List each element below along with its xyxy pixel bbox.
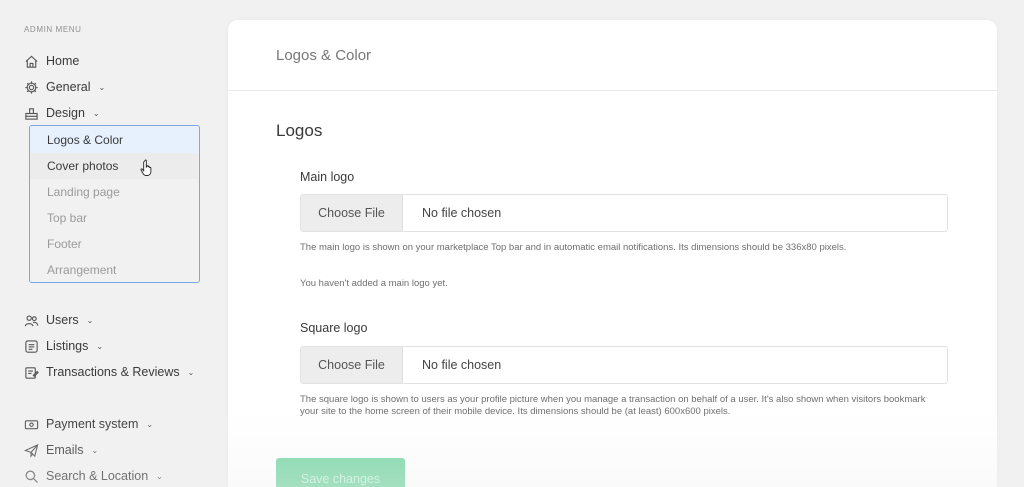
main-logo-note: You haven't added a main logo yet. xyxy=(300,278,448,289)
chevron-down-icon: ⌄ xyxy=(146,419,154,429)
sidebar-item-emails[interactable]: Emails ⌄ xyxy=(24,441,98,459)
email-icon xyxy=(24,443,39,458)
main-logo-file-status: No file chosen xyxy=(422,206,502,220)
page-title: Logos & Color xyxy=(276,46,372,64)
square-logo-help-text: The square logo is shown to users as you… xyxy=(300,394,926,417)
sidebar-item-label: Listings xyxy=(46,339,89,353)
main-logo-label: Main logo xyxy=(300,170,355,184)
square-logo-file-status: No file chosen xyxy=(422,358,502,372)
submenu-item-arrangement[interactable]: Arrangement xyxy=(30,257,198,283)
main-logo-help-text: The main logo is shown on your marketpla… xyxy=(300,242,847,253)
sidebar-item-label: Transactions & Reviews xyxy=(46,365,180,379)
sidebar-item-listings[interactable]: Listings ⌄ xyxy=(24,337,103,355)
chevron-down-icon: ⌄ xyxy=(187,367,195,377)
submenu-item-cover-photos[interactable]: Cover photos xyxy=(30,153,198,179)
sidebar-item-label: Users xyxy=(46,313,79,327)
sidebar-item-label: Payment system xyxy=(46,417,139,431)
sidebar-item-design[interactable]: Design ⌄ xyxy=(24,104,100,122)
submenu-item-footer[interactable]: Footer xyxy=(30,231,198,257)
chevron-down-icon: ⌄ xyxy=(156,471,163,481)
sidebar-item-label: Design xyxy=(46,106,85,120)
save-changes-button[interactable]: Save changes xyxy=(276,458,405,487)
square-logo-choose-file-button[interactable]: Choose File xyxy=(301,347,403,383)
sidebar-item-label: Emails xyxy=(46,443,84,457)
home-icon xyxy=(24,54,39,69)
main-logo-choose-file-button[interactable]: Choose File xyxy=(301,195,403,231)
square-logo-file-input[interactable]: Choose File No file chosen xyxy=(300,346,948,384)
search-icon xyxy=(24,469,39,484)
sidebar-item-home[interactable]: Home xyxy=(24,52,79,70)
card-header: Logos & Color xyxy=(228,20,997,91)
square-logo-label: Square logo xyxy=(300,321,368,335)
chevron-down-icon: ⌄ xyxy=(98,82,106,92)
main-logo-file-input[interactable]: Choose File No file chosen xyxy=(300,194,948,232)
users-icon xyxy=(24,313,39,328)
chevron-down-icon: ⌄ xyxy=(91,445,99,455)
transactions-icon xyxy=(24,365,39,380)
submenu-item-top-bar[interactable]: Top bar xyxy=(30,205,198,231)
design-icon xyxy=(24,106,39,121)
sidebar-item-payment-system[interactable]: Payment system ⌄ xyxy=(24,415,153,433)
listings-icon xyxy=(24,339,39,354)
gear-icon xyxy=(24,80,39,95)
sidebar: ADMIN MENU Home General ⌄ Design ⌄ Logos… xyxy=(0,0,215,487)
sidebar-item-label: Home xyxy=(46,54,80,68)
sidebar-item-label: General xyxy=(46,80,91,94)
sidebar-item-label: Search & Location xyxy=(46,469,149,483)
sidebar-item-general[interactable]: General ⌄ xyxy=(24,78,105,96)
sidebar-item-transactions-reviews[interactable]: Transactions & Reviews ⌄ xyxy=(24,363,194,381)
hand-cursor-icon xyxy=(140,159,152,176)
chevron-down-icon: ⌄ xyxy=(86,315,94,325)
chevron-down-icon: ⌄ xyxy=(96,341,104,351)
sidebar-item-users[interactable]: Users ⌄ xyxy=(24,311,93,329)
sidebar-heading: ADMIN MENU xyxy=(24,25,82,34)
content-card: Logos & Color Logos Main logo Choose Fil… xyxy=(228,20,997,487)
section-title: Logos xyxy=(276,121,323,140)
chevron-down-icon: ⌄ xyxy=(92,108,100,118)
payment-icon xyxy=(24,417,39,432)
submenu-item-landing-page[interactable]: Landing page xyxy=(30,179,198,205)
design-submenu: Logos & Color Cover photos Landing page … xyxy=(29,125,200,283)
submenu-item-logos-color[interactable]: Logos & Color xyxy=(30,127,198,153)
sidebar-item-search-location[interactable]: Search & Location ⌄ xyxy=(24,467,163,485)
